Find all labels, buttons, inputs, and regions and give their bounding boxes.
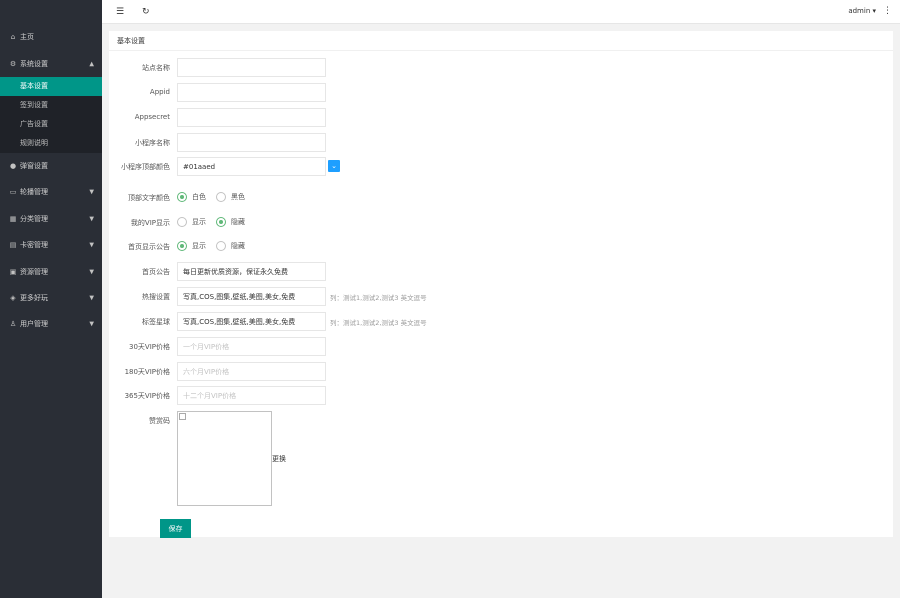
save-button[interactable]: 保存 <box>160 519 191 538</box>
label-notice: 首页公告 <box>142 268 170 276</box>
sidebar-item-label: 卡密管理 <box>20 241 48 250</box>
sidebar-item-popup[interactable]: ● 弹窗设置 <box>0 153 102 179</box>
sidebar-item-resource[interactable]: ▣ 资源管理 ▼ <box>0 258 102 284</box>
image-icon: ▭ <box>9 188 17 197</box>
card-title: 基本设置 <box>109 31 893 51</box>
label-mini-name: 小程序名称 <box>135 139 170 147</box>
label-appid: Appid <box>149 88 170 96</box>
sidebar-item-card[interactable]: ▤ 卡密管理 ▼ <box>0 232 102 258</box>
sidebar-logo <box>0 0 102 24</box>
card-icon: ▤ <box>9 241 17 250</box>
tag-ball-hint: 列：测试1,测试2,测试3 英文逗号 <box>330 319 427 327</box>
sidebar-item-home[interactable]: ⌂ 主页 <box>0 24 102 50</box>
chevron-down-icon: ▼ <box>89 294 94 302</box>
sidebar-subitem-ads[interactable]: 广告设置 <box>0 115 102 134</box>
radio-dot-icon <box>216 217 226 227</box>
radio-dot-icon <box>216 241 226 251</box>
change-image-link[interactable]: 更换 <box>272 454 286 464</box>
radio-label: 黑色 <box>231 193 245 201</box>
site-name-input[interactable] <box>177 58 326 77</box>
label-vip30: 30天VIP价格 <box>129 343 170 351</box>
radio-label: 显示 <box>192 218 206 226</box>
label-vip180: 180天VIP价格 <box>124 368 170 376</box>
top-header: ☰ ↻ admin ▾ ⋮ <box>102 0 900 24</box>
color-picker-icon[interactable]: ⌄ <box>328 160 340 172</box>
user-menu[interactable]: admin ▾ <box>848 7 876 15</box>
chevron-down-icon: ▼ <box>89 215 94 223</box>
user-icon: ♙ <box>9 320 17 329</box>
sidebar-item-users[interactable]: ♙ 用户管理 ▼ <box>0 311 102 337</box>
radio-notice-show[interactable]: 显示 <box>177 241 206 251</box>
label-reward-code: 赞赏码 <box>149 417 170 425</box>
label-hot-search: 热搜设置 <box>142 293 170 301</box>
sidebar-item-label: 用户管理 <box>20 320 48 329</box>
hot-search-hint: 列：测试1,测试2,测试3 英文逗号 <box>330 294 427 302</box>
sidebar-item-label: 系统设置 <box>20 59 48 68</box>
radio-label: 隐藏 <box>231 218 245 226</box>
radio-notice-hide[interactable]: 隐藏 <box>216 241 245 251</box>
vip180-price-input[interactable]: 六个月VIP价格 <box>177 362 326 381</box>
appsecret-input[interactable] <box>177 108 326 127</box>
label-text-color: 顶部文字颜色 <box>128 194 170 202</box>
mini-name-input[interactable] <box>177 133 326 152</box>
radio-vip-show[interactable]: 显示 <box>177 217 206 227</box>
sidebar-item-label: 轮播管理 <box>20 188 48 197</box>
vip365-price-input[interactable]: 十二个月VIP价格 <box>177 386 326 405</box>
label-vip-show: 我的VIP显示 <box>130 219 170 227</box>
sidebar-item-label: 弹窗设置 <box>20 161 48 170</box>
sidebar-item-system[interactable]: ⚙ 系统设置 ▲ <box>0 50 102 76</box>
radio-vip-hide[interactable]: 隐藏 <box>216 217 245 227</box>
gear-icon: ⚙ <box>9 59 17 68</box>
radio-label: 隐藏 <box>231 242 245 250</box>
resource-icon: ▣ <box>9 267 17 276</box>
category-icon: ▦ <box>9 214 17 223</box>
chevron-down-icon: ▼ <box>89 320 94 328</box>
radio-label: 显示 <box>192 242 206 250</box>
radio-text-white[interactable]: 白色 <box>177 192 206 202</box>
sidebar-submenu: 基本设置 签到设置 广告设置 规则说明 <box>0 76 102 153</box>
sidebar-item-category[interactable]: ▦ 分类管理 ▼ <box>0 206 102 232</box>
chevron-up-icon: ▲ <box>89 60 94 68</box>
label-site-name: 站点名称 <box>142 64 170 72</box>
refresh-icon[interactable]: ↻ <box>142 7 150 17</box>
appid-input[interactable] <box>177 83 326 102</box>
radio-dot-icon <box>177 217 187 227</box>
sidebar-item-label: 分类管理 <box>20 214 48 223</box>
sidebar-subitem-basic[interactable]: 基本设置 <box>0 76 102 96</box>
label-top-color: 小程序顶部颜色 <box>121 163 170 171</box>
circle-icon: ● <box>9 161 17 170</box>
sidebar-item-label: 资源管理 <box>20 267 48 276</box>
label-appsecret: Appsecret <box>134 113 170 121</box>
sidebar-item-label: 更多好玩 <box>20 293 48 302</box>
radio-text-black[interactable]: 黑色 <box>216 192 245 202</box>
sidebar-subitem-signin[interactable]: 签到设置 <box>0 96 102 115</box>
tag-ball-input[interactable]: 写真,COS,图集,壁纸,美图,美女,免费 <box>177 312 326 331</box>
label-vip365: 365天VIP价格 <box>124 392 170 400</box>
sidebar: ⌂ 主页 ⚙ 系统设置 ▲ 基本设置 签到设置 广告设置 规则说明 ● 弹窗设置… <box>0 0 102 598</box>
chevron-down-icon: ▼ <box>89 241 94 249</box>
sidebar-item-carousel[interactable]: ▭ 轮播管理 ▼ <box>0 179 102 205</box>
more-vertical-icon[interactable]: ⋮ <box>883 6 892 16</box>
radio-dot-icon <box>216 192 226 202</box>
sidebar-item-label: 主页 <box>20 33 34 42</box>
more-icon: ◈ <box>10 293 16 302</box>
vip30-price-input[interactable]: 一个月VIP价格 <box>177 337 326 356</box>
top-color-input[interactable]: #01aaed <box>177 157 326 176</box>
menu-toggle-icon[interactable]: ☰ <box>116 7 124 17</box>
radio-dot-icon <box>177 192 187 202</box>
label-notice-show: 首页显示公告 <box>128 243 170 251</box>
sidebar-item-more[interactable]: ◈ 更多好玩 ▼ <box>0 285 102 311</box>
label-tag-ball: 标签星球 <box>142 318 170 326</box>
home-icon: ⌂ <box>10 33 16 42</box>
sidebar-subitem-rules[interactable]: 规则说明 <box>0 134 102 153</box>
hot-search-input[interactable]: 写真,COS,图集,壁纸,美图,美女,免费 <box>177 287 326 306</box>
reward-code-image <box>177 411 272 506</box>
radio-label: 白色 <box>192 193 206 201</box>
chevron-down-icon: ▼ <box>89 188 94 196</box>
radio-dot-icon <box>177 241 187 251</box>
chevron-down-icon: ▼ <box>89 268 94 276</box>
notice-input[interactable]: 每日更新优质资源，保证永久免费 <box>177 262 326 281</box>
broken-image-icon <box>179 413 186 420</box>
